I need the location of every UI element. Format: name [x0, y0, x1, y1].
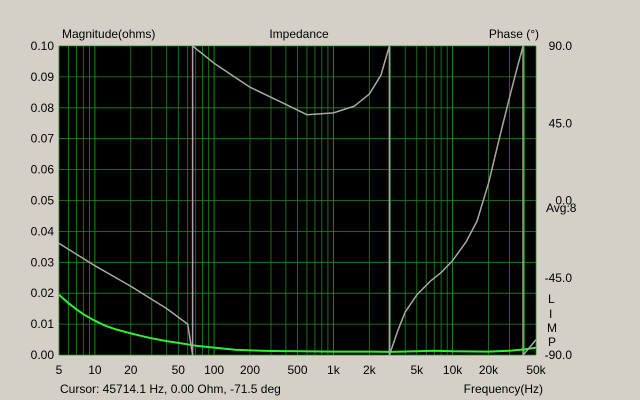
x-tick-label: 20	[124, 363, 138, 377]
x-tick-label: 5k	[410, 363, 424, 377]
y-tick-label: 0.04	[31, 224, 55, 238]
x-tick-label: 5	[56, 363, 63, 377]
impedance-chart: 5 10 20 50 100 200 500 1k 2k 5k 10k 20k 50k 0.00 0.01 0…	[31, 27, 577, 396]
x-tick-label: 200	[240, 363, 260, 377]
x-tick-label: 100	[204, 363, 224, 377]
x-tick-label: 50k	[526, 363, 546, 377]
avg-label: Avg:8	[546, 201, 577, 215]
y2-tick-label: 90.0	[549, 39, 573, 53]
y-tick-label: 0.07	[31, 132, 55, 146]
y-tick-label: 0.00	[31, 348, 55, 362]
limp-letter-l: L	[548, 292, 555, 306]
x-tick-label: 1k	[327, 363, 341, 377]
y-tick-label: 0.09	[31, 70, 55, 84]
x-tick-label: 50	[172, 363, 186, 377]
y-tick-label: 0.03	[31, 255, 55, 269]
limp-letter-i: I	[549, 307, 552, 321]
y-tick-label: 0.02	[31, 286, 55, 300]
y-tick-label: 0.05	[31, 194, 55, 208]
limp-letter-m: M	[547, 321, 557, 335]
limp-letter-p: P	[548, 335, 556, 349]
y2-axis-title: Phase (°)	[489, 27, 539, 41]
x-axis-title: Frequency(Hz)	[464, 382, 543, 396]
y-tick-label: 0.10	[31, 39, 55, 53]
cursor-readout: Cursor: 45714.1 Hz, 0.00 Ohm, -71.5 deg	[60, 382, 281, 396]
x-tick-label: 10k	[443, 363, 463, 377]
y-tick-label: 0.06	[31, 163, 55, 177]
y2-tick-label: -45.0	[545, 271, 573, 285]
x-tick-label: 2k	[363, 363, 377, 377]
x-tick-label: 10	[88, 363, 102, 377]
chart-title: Impedance	[269, 27, 329, 41]
y-tick-label: 0.01	[31, 317, 55, 331]
y2-tick-label: -90.0	[545, 348, 573, 362]
y-axis-title: Magnitude(ohms)	[62, 27, 155, 41]
y2-tick-label: 45.0	[549, 116, 573, 130]
x-tick-label: 500	[287, 363, 307, 377]
y-tick-label: 0.08	[31, 101, 55, 115]
x-tick-label: 20k	[479, 363, 499, 377]
impedance-window: 5 10 20 50 100 200 500 1k 2k 5k 10k 20k 50k 0.00 0.01 0…	[0, 0, 640, 400]
